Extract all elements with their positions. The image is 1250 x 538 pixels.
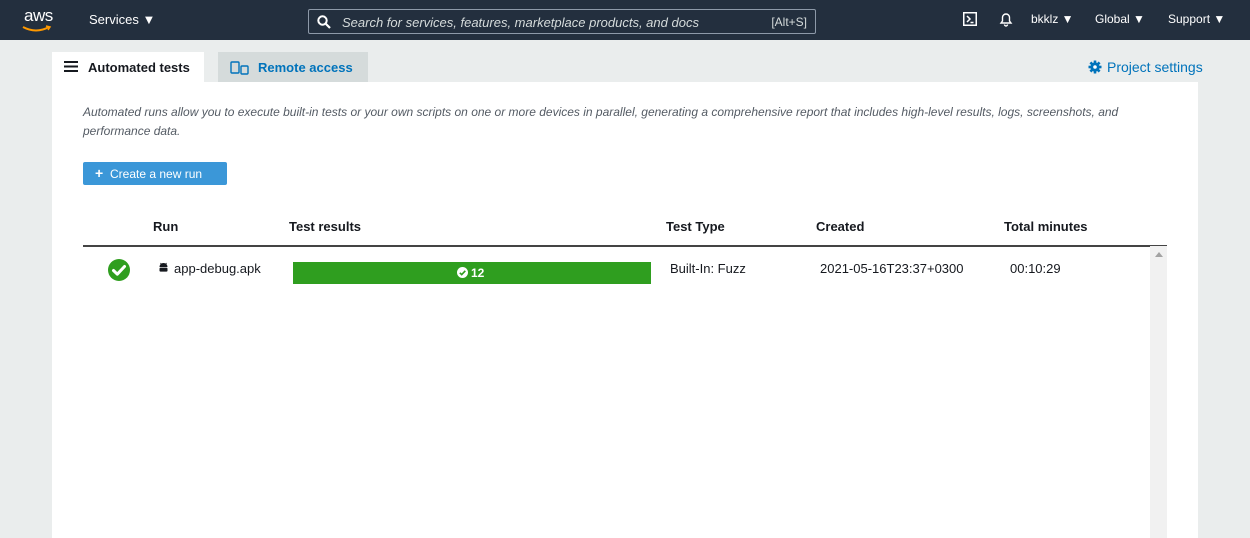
run-name-link[interactable]: app-debug.apk bbox=[174, 261, 261, 276]
cloudshell-icon[interactable] bbox=[963, 12, 977, 26]
check-circle-icon bbox=[457, 267, 468, 278]
column-header-test-results[interactable]: Test results bbox=[289, 219, 361, 234]
column-header-test-type[interactable]: Test Type bbox=[666, 219, 725, 234]
services-menu[interactable]: Services ▼ bbox=[89, 12, 155, 27]
total-minutes-cell: 00:10:29 bbox=[1010, 261, 1061, 276]
region-menu[interactable]: Global ▼ bbox=[1095, 12, 1145, 26]
column-header-total-minutes[interactable]: Total minutes bbox=[1004, 219, 1088, 234]
description-text: Automated runs allow you to execute buil… bbox=[83, 105, 1119, 138]
devices-icon bbox=[230, 61, 249, 75]
android-icon bbox=[159, 262, 168, 272]
gear-icon bbox=[1088, 60, 1102, 74]
column-header-created[interactable]: Created bbox=[816, 219, 864, 234]
support-menu[interactable]: Support ▼ bbox=[1168, 12, 1225, 26]
scroll-up-arrow-icon[interactable] bbox=[1155, 252, 1163, 257]
list-icon bbox=[64, 61, 78, 72]
search-input[interactable]: Search for services, features, marketpla… bbox=[308, 9, 816, 34]
automated-tests-panel: Automated runs allow you to execute buil… bbox=[52, 82, 1198, 538]
account-menu[interactable]: bkklz ▼ bbox=[1031, 12, 1074, 26]
passed-count: 12 bbox=[471, 266, 485, 280]
passed-status-icon bbox=[108, 259, 130, 281]
table-row[interactable]: app-debug.apk 12 Built-In: Fuzz 2021-05-… bbox=[83, 248, 1149, 288]
table-header-divider bbox=[83, 245, 1167, 247]
column-header-run[interactable]: Run bbox=[153, 219, 178, 234]
tab-automated-tests[interactable]: Automated tests bbox=[52, 52, 204, 82]
test-results-bar[interactable]: 12 bbox=[293, 262, 651, 284]
smile-icon bbox=[22, 25, 52, 32]
create-new-run-button[interactable]: + Create a new run bbox=[83, 162, 227, 185]
bell-icon[interactable] bbox=[998, 11, 1014, 27]
aws-logo[interactable]: aws bbox=[20, 6, 60, 34]
table-scrollbar[interactable] bbox=[1150, 246, 1167, 538]
created-cell: 2021-05-16T23:37+0300 bbox=[820, 261, 964, 276]
search-shortcut: [Alt+S] bbox=[771, 15, 807, 29]
test-type-cell: Built-In: Fuzz bbox=[670, 261, 746, 276]
search-icon bbox=[317, 15, 331, 29]
top-nav: aws Services ▼ Search for services, feat… bbox=[0, 0, 1250, 40]
plus-icon: + bbox=[95, 165, 104, 181]
search-placeholder: Search for services, features, marketpla… bbox=[342, 15, 699, 30]
tab-remote-access[interactable]: Remote access bbox=[218, 52, 368, 82]
